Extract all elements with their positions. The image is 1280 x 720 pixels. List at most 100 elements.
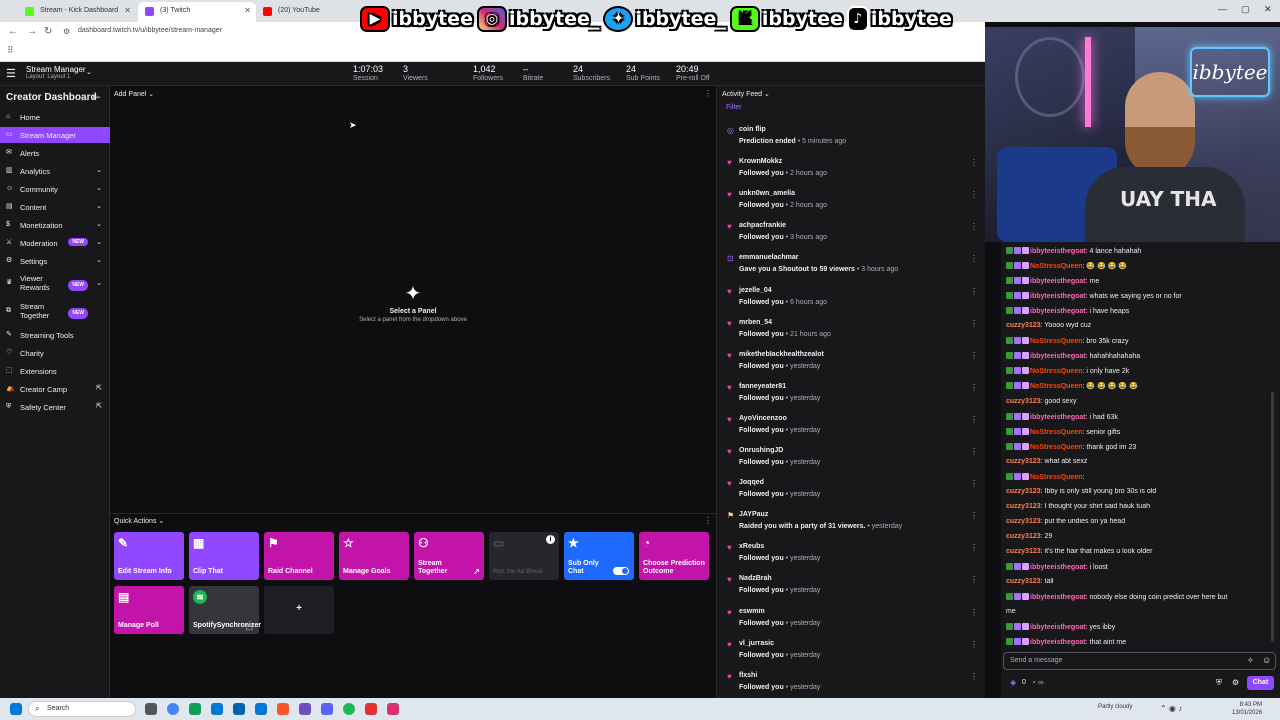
chat-message[interactable]: ibbyteeisthegoat: 4 lance hahahah [1006, 247, 1276, 255]
chat-username[interactable]: NoStressQueen [1030, 474, 1083, 481]
menu-icon[interactable]: ☰ [6, 67, 16, 80]
more-options-icon[interactable]: ⋮ [970, 511, 978, 520]
add-panel-button[interactable]: Add Panel ⌄ [114, 90, 154, 98]
manage-goals-button[interactable]: ☆ Manage Goals [339, 532, 409, 580]
chat-username[interactable]: ibbyteeisthegoat [1030, 564, 1086, 571]
feed-entry[interactable]: ♥ OnrushingJD Followed you • yesterday ⋮ [717, 445, 986, 477]
url-field[interactable]: dashboard.twitch.tv/u/ibbytee/stream-man… [78, 27, 222, 34]
chat-message[interactable]: ibbyteeisthegoat: i have heaps [1006, 307, 1276, 315]
quick-actions-header[interactable]: Quick Actions ⌄ [114, 517, 164, 525]
clock[interactable]: 8:43 PM 13/01/2026 [1232, 701, 1262, 717]
feed-entry[interactable]: ◎ coin flip Prediction ended • 5 minutes a… [717, 124, 986, 156]
sidebar-item-stream-manager[interactable]: ▭ Stream Manager [0, 127, 110, 143]
more-options-icon[interactable]: ⋮ [970, 222, 978, 231]
chat-input[interactable]: Send a message ✧ ☺ [1003, 652, 1276, 670]
chat-message[interactable]: NoStressQueen: 😂 😂 😂 😂 😂 [1006, 382, 1276, 390]
more-options-icon[interactable]: ⋮ [970, 479, 978, 488]
sidebar-item-community[interactable]: ☺ Community ⌄ [0, 181, 110, 197]
store-icon[interactable] [233, 703, 245, 715]
feed-entry[interactable]: ♥ KrownMokkz Followed you • 2 hours ago ⋮ [717, 156, 986, 188]
apps-grid-icon[interactable]: ⠿ [7, 45, 14, 56]
add-quick-action-button[interactable]: + [264, 586, 334, 634]
chat-username[interactable]: ibbyteeisthegoat [1030, 293, 1086, 300]
chat-message[interactable]: ibbyteeisthegoat: that aint me [1006, 638, 1276, 646]
chat-username[interactable]: NoStressQueen [1030, 368, 1083, 375]
reload-icon[interactable]: ↻ [44, 26, 52, 37]
sidebar-item-analytics[interactable]: ▥ Analytics ⌄ [0, 163, 110, 179]
chat-username[interactable]: NoStressQueen [1030, 429, 1083, 436]
chat-message[interactable]: ibbyteeisthegoat: whats we saying yes or… [1006, 292, 1276, 300]
more-options-icon[interactable]: ⋮ [970, 351, 978, 360]
chat-message[interactable]: ibbyteeisthegoat: yes ibby [1006, 623, 1276, 631]
predictions-icon[interactable]: ◔ ∞ [1031, 678, 1044, 687]
clip-that-button[interactable]: ▦ Clip That [189, 532, 259, 580]
chat-username[interactable]: cuzzy3123 [1006, 518, 1041, 525]
chat-message[interactable]: cuzzy3123: I thought your shirt said hau… [1006, 503, 1276, 510]
run-ad-break-button[interactable]: ▭ Run 1m Ad Break i [489, 532, 559, 580]
chat-message[interactable]: cuzzy3123: it's the hair that makes u lo… [1006, 548, 1276, 555]
chat-username[interactable]: NoStressQueen [1030, 263, 1083, 270]
chat-username[interactable]: ibbyteeisthegoat [1030, 639, 1086, 646]
chat-message[interactable]: cuzzy3123: good sexy [1006, 398, 1276, 405]
more-options-icon[interactable]: ⋮ [970, 640, 978, 649]
sidebar-item-moderation[interactable]: ⚔ Moderation NEW ⌄ [0, 235, 110, 251]
raid-channel-button[interactable]: ⚑ Raid Channel [264, 532, 334, 580]
chat-message[interactable]: cuzzy3123: put the undies on ya head [1006, 518, 1276, 525]
more-options-icon[interactable]: ⋮ [970, 608, 978, 617]
sidebar-item-content[interactable]: ▤ Content ⌄ [0, 199, 110, 215]
chat-message[interactable]: ibbyteeisthegoat: hahahhahahaha [1006, 352, 1276, 360]
taskbar-search[interactable]: ⌕ Search [28, 701, 136, 717]
tray-icons[interactable]: ⌃ ◉ ♪ [1160, 704, 1182, 713]
sidebar-item-settings[interactable]: ⚙ Settings ⌄ [0, 253, 110, 269]
quick-actions-more-icon[interactable]: ⋮ [704, 516, 712, 525]
chevron-down-icon[interactable]: ⌄ [86, 68, 92, 76]
app-icon[interactable] [189, 703, 201, 715]
chat-message[interactable]: NoStressQueen: thank god im 23 [1006, 442, 1276, 451]
more-options-icon[interactable]: ⋮ [970, 447, 978, 456]
spotify-taskbar-icon[interactable] [343, 703, 355, 715]
more-options-icon[interactable]: ⋮ [970, 190, 978, 199]
chat-username[interactable]: ibbyteeisthegoat [1030, 278, 1086, 285]
app-icon[interactable] [365, 703, 377, 715]
choose-prediction-outcome-button[interactable]: ◔ Choose Prediction Outcome [639, 532, 709, 580]
task-view-icon[interactable] [145, 703, 157, 715]
feed-entry[interactable]: ♥ NadzBrah Followed you • yesterday ⋮ [717, 573, 986, 605]
more-options-icon[interactable]: ⋮ [970, 254, 978, 263]
chat-message[interactable]: NoStressQueen: [1006, 472, 1276, 481]
edit-stream-info-button[interactable]: ✎ Edit Stream Info [114, 532, 184, 580]
chat-message[interactable]: NoStressQueen: senior gifts [1006, 427, 1276, 436]
feed-entry[interactable]: ♥ vl_jurrasic Followed you • yesterday ⋮ [717, 638, 986, 670]
more-options-icon[interactable]: ⋮ [970, 575, 978, 584]
hype-icon[interactable]: ✧ [1247, 656, 1254, 665]
feed-entry[interactable]: ♥ Joqqed Followed you • yesterday ⋮ [717, 477, 986, 509]
sidebar-item-extensions[interactable]: ⬚ Extensions [0, 363, 110, 379]
info-icon[interactable]: i [546, 535, 555, 544]
spotify-synchronizer-button[interactable]: ≋ SpotifySynchronizer ⬚ [189, 586, 261, 634]
chat-username[interactable]: ibbyteeisthegoat [1030, 308, 1086, 315]
feed-entry[interactable]: ♥ unkn0wn_amelia Followed you • 2 hours ag… [717, 188, 986, 220]
obs-icon[interactable] [299, 703, 311, 715]
chat-message[interactable]: ibbyteeisthegoat: nobody else doing coin… [1006, 593, 1276, 601]
maximize-icon[interactable]: ▢ [1241, 4, 1250, 15]
chat-username[interactable]: NoStressQueen [1030, 338, 1083, 345]
chat-message[interactable]: ibbyteeisthegoat: me [1006, 277, 1276, 285]
chat-message[interactable]: cuzzy3123: Yoooo wyd cuz [1006, 322, 1276, 329]
more-options-icon[interactable]: ⋮ [970, 158, 978, 167]
weather-text[interactable]: Partly cloudy [1098, 704, 1132, 710]
chat-username[interactable]: NoStressQueen [1030, 444, 1083, 451]
browser-tab[interactable]: Stream - Kick Dashboard ✕ [18, 2, 136, 22]
sub-only-toggle[interactable] [613, 567, 629, 575]
feed-entry[interactable]: ♥ AyoVincenzoo Followed you • yesterday ⋮ [717, 413, 986, 445]
app-icon[interactable] [387, 703, 399, 715]
feed-entry[interactable]: ♥ flxshi Followed you • yesterday ⋮ [717, 670, 986, 702]
minimize-icon[interactable]: — [1218, 4, 1227, 14]
more-options-icon[interactable]: ⋮ [970, 543, 978, 552]
chat-message[interactable]: cuzzy3123: what abt sexz [1006, 458, 1276, 465]
chat-scrollbar[interactable] [1271, 392, 1274, 642]
more-options-icon[interactable]: ⋮ [970, 319, 978, 328]
feed-entry[interactable]: ♥ mrben_54 Followed you • 21 hours ago ⋮ [717, 317, 986, 349]
shield-icon[interactable]: ⛨ [1216, 678, 1222, 688]
activity-feed-header[interactable]: Activity Feed ⌄ [722, 90, 770, 98]
more-options-icon[interactable]: ⋮ [704, 89, 712, 98]
brave-icon[interactable] [277, 703, 289, 715]
